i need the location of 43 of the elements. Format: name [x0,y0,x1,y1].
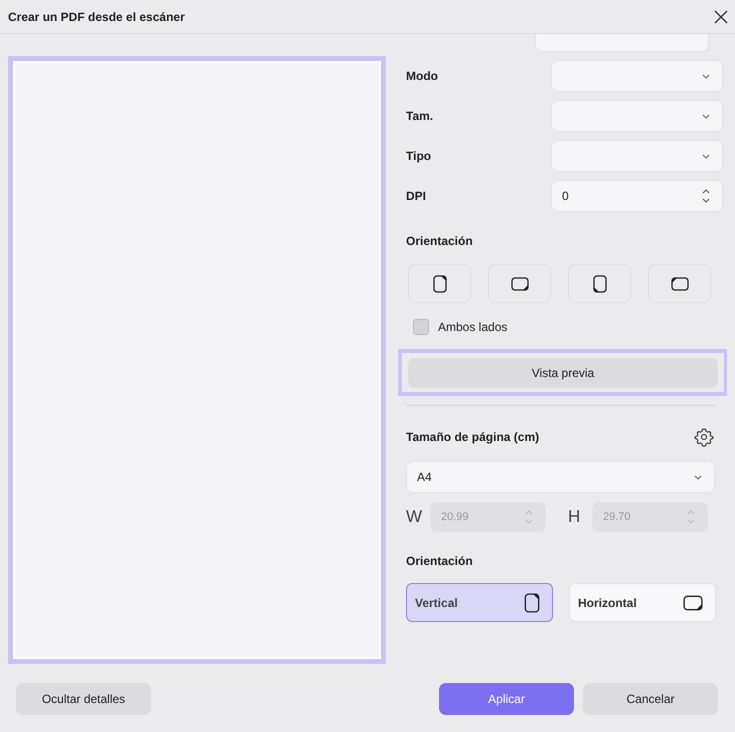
spinner-icon [702,188,710,204]
orientation-button[interactable] [408,264,471,303]
checkbox[interactable] [413,319,429,335]
dropdown-field[interactable] [551,60,723,92]
orientation-button[interactable] [568,264,631,303]
field-label: DPI [406,189,426,203]
field-label: Tam. [406,109,434,123]
page-icon [524,592,540,612]
orientation-button[interactable] [488,264,551,303]
page-icon [432,274,446,292]
close-icon[interactable] [714,10,728,24]
field-value: 0 [562,189,569,203]
section-heading: Tamaño de página (cm) [406,430,540,444]
orientation-option[interactable]: Vertical [406,583,553,622]
page-size-dropdown[interactable]: A4 [406,461,715,493]
dropdown-field[interactable] [551,140,723,172]
window-title: Crear un PDF desde el escáner [8,10,185,24]
number-field[interactable]: 0 [551,180,723,212]
page-icon [683,594,703,610]
orientation-button[interactable] [648,264,711,303]
page-icon [592,274,606,292]
hide-details-button[interactable]: Ocultar detalles [16,683,151,715]
chevron-down-icon [702,74,710,78]
dimension-label: W [406,507,420,527]
section-heading: Orientación [406,554,474,568]
page-icon [670,276,688,290]
checkbox-label: Ambos lados [438,320,508,334]
preview-button[interactable]: Vista previa [408,358,718,388]
apply-button[interactable]: Aplicar [439,683,574,715]
spinner-icon [687,509,695,525]
field-label: Modo [406,69,438,83]
section-heading: Orientación [406,234,474,248]
dimension-label: H [568,507,582,527]
field-label: Tipo [406,149,432,163]
dropdown-field[interactable] [551,100,723,132]
settings-icon[interactable] [694,427,714,447]
chevron-down-icon [702,114,710,118]
orientation-option[interactable]: Horizontal [569,583,716,622]
spinner-icon [525,509,533,525]
page-icon [510,276,528,290]
chevron-down-icon [702,154,710,158]
chevron-down-icon [694,474,702,480]
cancel-button[interactable]: Cancelar [583,683,718,715]
